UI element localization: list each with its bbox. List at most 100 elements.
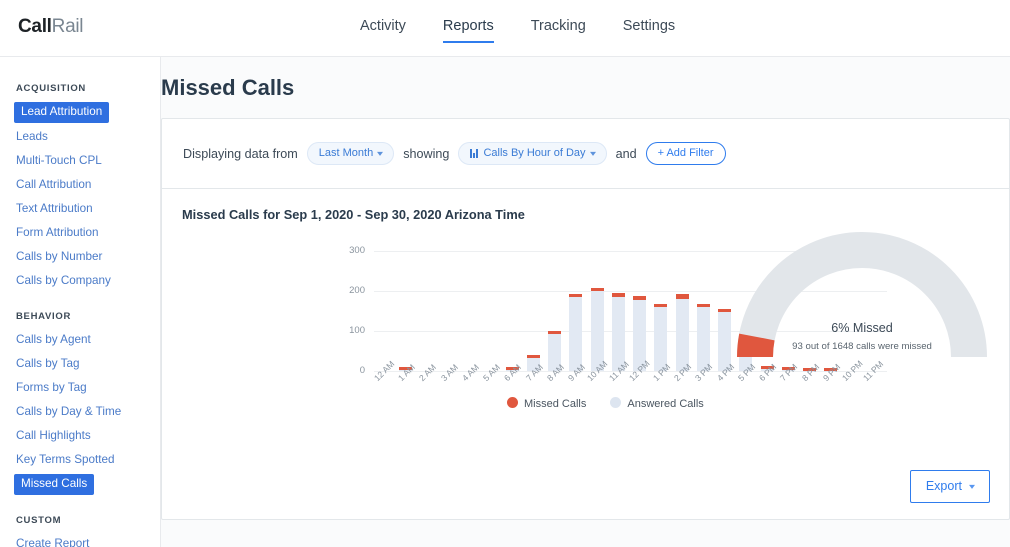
- bar-answered: [569, 297, 583, 371]
- sidebar-item-calls-by-number[interactable]: Calls by Number: [0, 245, 160, 269]
- sidebar-item-key-terms-spotted[interactable]: Key Terms Spotted: [0, 448, 160, 472]
- bar-stack: [654, 304, 668, 371]
- sidebar-item-wrap-lead-attribution: Lead Attribution: [0, 100, 160, 125]
- sidebar-section-acquisition: ACQUISITION: [16, 83, 86, 94]
- x-axis-tick: 5 AM: [481, 362, 503, 384]
- bar-group[interactable]: 8 AM: [544, 251, 566, 383]
- export-button[interactable]: Export ▾: [909, 470, 990, 503]
- x-axis-tick: 12 AM: [372, 358, 397, 384]
- sidebar-item-leads[interactable]: Leads: [0, 125, 160, 149]
- top-bar: CallRail Activity Reports Tracking Settings: [0, 0, 1010, 57]
- sidebar-item-calls-by-agent[interactable]: Calls by Agent: [0, 328, 160, 352]
- legend-swatch: [507, 397, 518, 408]
- legend-swatch: [610, 397, 622, 408]
- page-content: Missed Calls Displaying data from Last M…: [161, 57, 1010, 547]
- sidebar-item-create-report[interactable]: Create Report: [0, 532, 160, 547]
- sidebar: ACQUISITION Lead Attribution Leads Multi-To…: [0, 57, 161, 547]
- chart-title: Missed Calls for Sep 1, 2020 - Sep 30, 2…: [182, 207, 525, 222]
- nav-item-reports[interactable]: Reports: [442, 18, 494, 43]
- legend-label: Missed Calls: [524, 398, 587, 410]
- x-axis-tick: 10 AM: [584, 358, 610, 384]
- gauge-percent: 6% Missed: [831, 321, 893, 335]
- bar-group[interactable]: 1 PM: [650, 251, 672, 383]
- sidebar-item-call-highlights[interactable]: Call Highlights: [0, 424, 160, 448]
- chevron-down-icon: ▾: [377, 148, 384, 158]
- x-axis-tick: 6 AM: [502, 362, 524, 384]
- x-axis-tick: 1 AM: [396, 362, 418, 384]
- main-navigation: Activity Reports Tracking Settings: [360, 18, 675, 43]
- bar-stack: [569, 294, 583, 371]
- bar-group[interactable]: 12 AM: [372, 251, 396, 383]
- gauge-text: 6% Missed 93 out of 1648 calls were miss…: [737, 321, 987, 352]
- legend-label: Answered Calls: [627, 398, 704, 410]
- bar-group[interactable]: 11 AM: [607, 251, 630, 383]
- add-filter-button[interactable]: + Add Filter: [645, 142, 726, 165]
- sidebar-item-text-attribution[interactable]: Text Attribution: [0, 197, 160, 221]
- bar-group[interactable]: 3 AM: [438, 251, 460, 383]
- date-range-dropdown[interactable]: Last Month ▾: [306, 142, 395, 165]
- bar-group[interactable]: 2 AM: [417, 251, 438, 383]
- x-axis-tick: 2 AM: [417, 362, 439, 384]
- bar-group[interactable]: 2 PM: [672, 251, 693, 383]
- filter-bar: Displaying data from Last Month ▾ showin…: [162, 119, 1009, 189]
- chevron-down-icon: ▾: [589, 148, 596, 158]
- bar-group[interactable]: 4 PM: [714, 251, 736, 383]
- sidebar-section-behavior: BEHAVIOR: [16, 311, 72, 322]
- callrail-logo[interactable]: CallRail: [18, 16, 83, 38]
- filter-prefix-label: Displaying data from: [183, 146, 298, 161]
- x-axis-tick: 9 PM: [820, 361, 843, 384]
- x-axis-tick: 4 AM: [459, 362, 481, 384]
- sidebar-item-calls-by-tag[interactable]: Calls by Tag: [0, 352, 160, 376]
- sidebar-item-missed-calls[interactable]: Missed Calls: [14, 474, 95, 495]
- bar-group[interactable]: 5 AM: [480, 251, 502, 383]
- sidebar-item-multi-touch-cpl[interactable]: Multi-Touch CPL: [0, 149, 160, 173]
- gauge-detail: 93 out of 1648 calls were missed: [792, 341, 932, 352]
- page-title: Missed Calls: [161, 75, 295, 100]
- bar-group[interactable]: 1 AM: [395, 251, 417, 383]
- sidebar-item-wrap-missed-calls: Missed Calls: [0, 472, 160, 497]
- chart-legend: Missed Calls Answered Calls: [507, 397, 704, 410]
- bar-group[interactable]: 7 AM: [523, 251, 545, 383]
- metric-value: Calls By Hour of Day: [483, 147, 586, 159]
- bar-group[interactable]: 3 PM: [693, 251, 715, 383]
- chart-region: Missed Calls for Sep 1, 2020 - Sep 30, 2…: [162, 189, 1009, 519]
- bar-stack: [696, 304, 710, 371]
- x-axis-tick: 8 PM: [799, 361, 821, 384]
- report-card: Displaying data from Last Month ▾ showin…: [161, 118, 1010, 520]
- bar-stack: [675, 294, 689, 371]
- logo-light: Rail: [51, 16, 84, 37]
- y-axis-tick: 100: [349, 325, 365, 336]
- nav-item-tracking[interactable]: Tracking: [531, 18, 586, 43]
- sidebar-section-custom: CUSTOM: [16, 515, 62, 526]
- nav-item-settings[interactable]: Settings: [623, 18, 675, 43]
- bar-group[interactable]: 6 AM: [502, 251, 523, 383]
- bar-group[interactable]: 9 AM: [565, 251, 587, 383]
- chevron-down-icon: ▾: [968, 481, 976, 491]
- filter-middle-label: showing: [403, 146, 450, 161]
- sidebar-item-calls-by-company[interactable]: Calls by Company: [0, 269, 160, 293]
- bar-group[interactable]: 4 AM: [459, 251, 481, 383]
- sidebar-item-form-attribution[interactable]: Form Attribution: [0, 221, 160, 245]
- legend-item[interactable]: Answered Calls: [610, 397, 704, 410]
- sidebar-item-lead-attribution[interactable]: Lead Attribution: [14, 102, 110, 123]
- y-axis-tick: 0: [359, 365, 365, 376]
- logo-bold: Call: [18, 16, 52, 37]
- x-axis-tick: 7 PM: [778, 361, 800, 384]
- sidebar-item-call-attribution[interactable]: Call Attribution: [0, 173, 160, 197]
- sidebar-item-forms-by-tag[interactable]: Forms by Tag: [0, 376, 160, 400]
- filter-conjunction-label: and: [615, 146, 637, 161]
- date-range-value: Last Month: [318, 147, 374, 159]
- legend-item[interactable]: Missed Calls: [507, 397, 586, 410]
- nav-item-activity[interactable]: Activity: [360, 18, 406, 43]
- y-axis-tick: 200: [349, 285, 365, 296]
- bar-answered: [696, 307, 710, 371]
- export-label: Export: [925, 479, 962, 493]
- missed-calls-gauge: 6% Missed 93 out of 1648 calls were miss…: [737, 229, 987, 364]
- x-axis-tick: 3 AM: [438, 362, 460, 384]
- bar-chart-icon: [470, 148, 479, 158]
- x-axis-tick: 12 PM: [627, 358, 652, 384]
- bar-group[interactable]: 10 AM: [585, 251, 609, 383]
- metric-dropdown[interactable]: Calls By Hour of Day ▾: [458, 142, 607, 165]
- sidebar-item-calls-by-day-time[interactable]: Calls by Day & Time: [0, 400, 160, 424]
- bar-group[interactable]: 12 PM: [627, 251, 652, 383]
